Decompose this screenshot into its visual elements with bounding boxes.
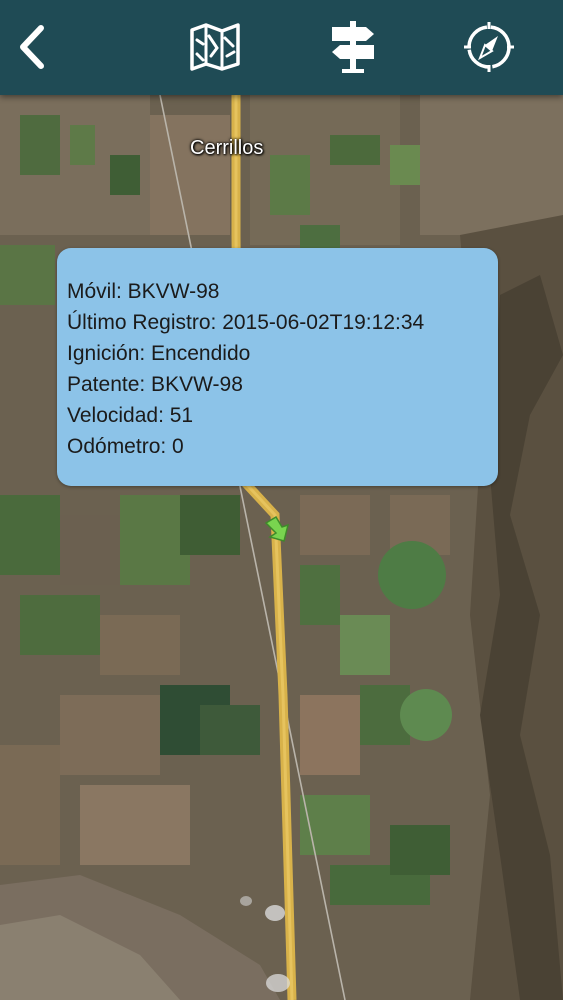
vehicle-arrow-icon [262, 515, 292, 547]
info-ignicion: Ignición: Encendido [67, 342, 251, 365]
folded-map-icon [189, 22, 241, 72]
info-movil: Móvil: BKVW-98 [67, 280, 220, 303]
map-place-label: Cerrillos [190, 137, 264, 159]
compass-icon [463, 21, 515, 73]
info-ultimo-registro: Último Registro: 2015-06-02T19:12:34 [67, 311, 425, 334]
top-bar [0, 0, 563, 95]
signpost-icon [328, 19, 378, 75]
map-button[interactable] [182, 14, 248, 80]
chevron-left-icon [13, 22, 53, 72]
back-button[interactable] [0, 14, 66, 80]
compass-button[interactable] [456, 14, 522, 80]
vehicle-marker[interactable] [262, 513, 292, 548]
info-patente: Patente: BKVW-98 [67, 373, 243, 396]
vehicle-info-popup[interactable]: Móvil: BKVW-98 Último Registro: 2015-06-… [57, 248, 498, 486]
info-odometro: Odómetro: 0 [67, 435, 184, 458]
route-button[interactable] [320, 14, 386, 80]
info-velocidad: Velocidad: 51 [67, 404, 194, 427]
